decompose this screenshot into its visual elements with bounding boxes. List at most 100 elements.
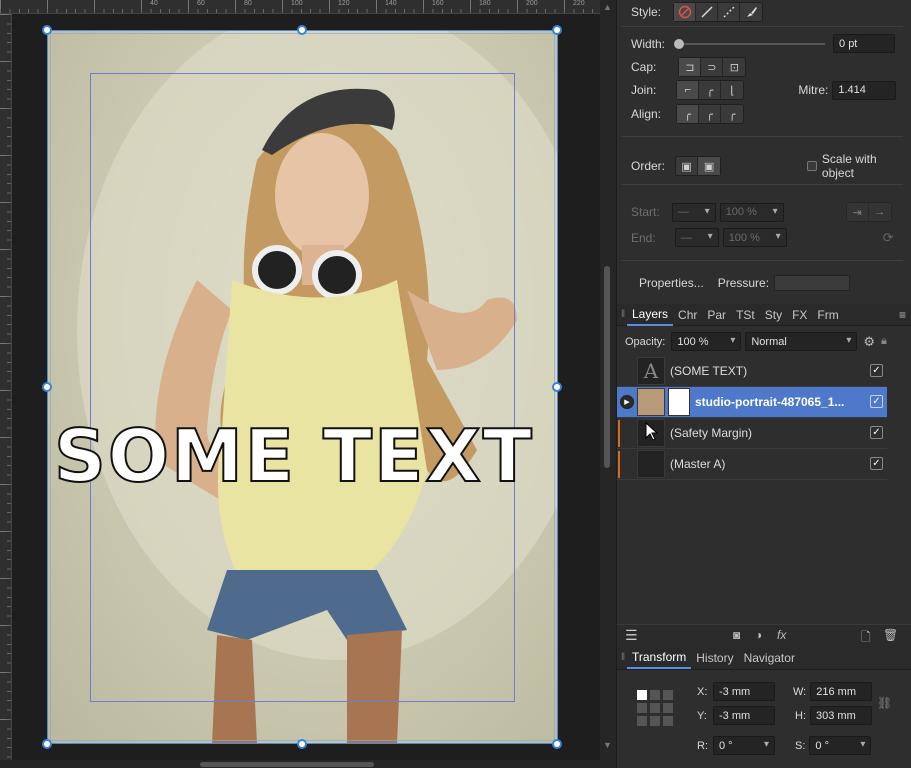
adjustment-icon[interactable]: ◑ [755,628,762,642]
layer-row-master-a[interactable]: (Master A) ✓ [617,449,887,480]
panel-grip-icon[interactable]: ‖ [617,309,627,320]
delete-layer-icon[interactable]: 🗑︎ [883,628,898,642]
arrow-outside-icon[interactable]: → [869,203,891,221]
fx-icon[interactable]: fx [777,628,786,642]
master-layer-marker [618,420,620,447]
scale-with-object-checkbox[interactable] [807,161,817,171]
tab-paragraph[interactable]: Par [702,304,731,326]
solid-line-icon[interactable] [696,3,719,21]
layer-visibility-checkbox[interactable]: ✓ [870,364,883,377]
handle-middle-right[interactable] [552,382,562,392]
horizontal-ruler: 40 60 80 100 120 140 160 180 200 220 [0,0,600,14]
artboard[interactable] [47,30,558,744]
vertical-ruler [0,14,12,768]
blend-mode-select[interactable]: Normal [745,332,858,351]
width-input[interactable]: 0 pt [833,34,896,53]
tab-navigator[interactable]: Navigator [739,647,800,669]
y-input[interactable]: -3 mm [713,706,775,725]
scroll-down-icon[interactable]: ▼ [603,740,612,750]
mask-layer-icon[interactable]: ◙ [733,628,740,642]
layer-tools-bar: ☰ ◙ ◑ fx 🗋︎ 🗑︎ [617,624,911,646]
rotation-select[interactable]: 0 ° [713,736,775,755]
brush-icon[interactable] [740,3,762,21]
layer-visibility-checkbox[interactable]: ✓ [870,395,883,408]
width-field[interactable]: 216 mm [810,682,873,701]
tab-transform[interactable]: Transform [627,647,692,669]
lock-icon[interactable]: 🔒︎ [881,335,887,348]
ruler-label: 100 [291,0,303,7]
ruler-label: 200 [526,0,538,7]
layer-name: studio-portrait-487065_1... [695,395,845,409]
mouse-cursor-icon [645,422,659,441]
tab-layers[interactable]: Layers [627,304,674,326]
expand-layer-icon[interactable]: ▶ [620,395,634,409]
ruler-label: 160 [432,0,444,7]
vertical-scrollbar[interactable]: ▲ ▼ [600,0,616,768]
align-inside-stroke-icon[interactable]: ╭ [699,105,722,123]
handle-top-left[interactable] [42,25,52,35]
handle-middle-left[interactable] [42,382,52,392]
no-stroke-icon[interactable] [674,3,697,21]
handle-bottom-right[interactable] [552,739,562,749]
margin-guide [90,73,515,702]
panel-grip-icon[interactable]: ‖ [617,652,627,663]
studio-panel: Style: Width: 0 pt Cap: ⊐ ⊃ ⊡ Join: ⌐ ╭ [616,0,911,768]
width-label: Width: [631,36,666,51]
ruler-label: 40 [150,0,158,7]
handle-bottom-center[interactable] [297,739,307,749]
align-outside-stroke-icon[interactable]: ╭ [721,105,743,123]
scale-with-object-label: Scale with object [821,152,877,180]
tab-effects[interactable]: FX [787,304,812,326]
tab-text-frame[interactable]: Frm [812,304,843,326]
round-cap-icon[interactable]: ⊃ [701,58,724,76]
square-cap-icon[interactable]: ⊡ [723,58,745,76]
layer-row-studio-portrait[interactable]: ▶ studio-portrait-487065_1... ✓ [617,387,887,418]
arrow-inside-icon[interactable]: ⇥ [847,203,869,221]
document-canvas[interactable]: 40 60 80 100 120 140 160 180 200 220 SOM… [0,0,600,768]
tab-styles[interactable]: Sty [760,304,787,326]
round-join-icon[interactable]: ╭ [699,81,722,99]
tab-history[interactable]: History [691,647,738,669]
horizontal-scrollbar[interactable] [0,760,600,768]
shear-select[interactable]: 0 ° [809,736,872,755]
scroll-thumb[interactable] [200,762,374,767]
layer-row-some-text[interactable]: A (SOME TEXT) ✓ [617,356,887,387]
anchor-point-selector[interactable] [637,690,673,726]
ruler-label: 120 [338,0,350,7]
gear-icon[interactable]: ⚙ [863,334,875,350]
handle-top-center[interactable] [297,25,307,35]
link-proportions-icon[interactable]: ⛓ [877,696,892,710]
handle-top-right[interactable] [552,25,562,35]
start-arrowhead-select[interactable]: — [671,202,716,222]
stroke-behind-icon[interactable]: ▣ [676,157,699,175]
panel-menu-icon[interactable]: ≡ [899,308,906,322]
width-slider[interactable] [674,38,826,49]
mitre-input[interactable]: 1.414 [832,80,897,100]
properties-button[interactable]: Properties... [635,274,708,292]
handle-bottom-left[interactable] [42,739,52,749]
start-scale-select[interactable]: 100 % [719,202,784,222]
swap-arrows-icon[interactable]: ⟳ [883,230,894,246]
tab-text-styles[interactable]: TSt [731,304,760,326]
scroll-thumb[interactable] [604,266,610,468]
end-arrowhead-select[interactable]: — [674,228,719,247]
pressure-graph[interactable] [774,275,851,291]
layer-visibility-checkbox[interactable]: ✓ [870,457,883,470]
dashed-line-icon[interactable] [718,3,741,21]
butt-cap-icon[interactable]: ⊐ [679,58,702,76]
canvas-text-object[interactable]: SOME TEXT [53,413,554,499]
tab-character[interactable]: Chr [673,304,702,326]
scroll-up-icon[interactable]: ▲ [603,2,612,12]
end-scale-select[interactable]: 100 % [722,228,787,247]
align-center-stroke-icon[interactable]: ╭ [677,105,700,123]
stroke-front-icon[interactable]: ▣ [698,157,721,175]
opacity-select[interactable]: 100 % [671,332,742,351]
y-label: Y: [697,709,707,722]
x-input[interactable]: -3 mm [713,682,775,701]
miter-join-icon[interactable]: ⌐ [677,81,700,99]
layers-stack-icon[interactable]: ☰ [625,627,638,644]
height-field[interactable]: 303 mm [810,706,872,725]
layer-visibility-checkbox[interactable]: ✓ [870,426,883,439]
bevel-join-icon[interactable]: ⌊ [721,81,743,99]
start-label: Start: [631,205,660,219]
